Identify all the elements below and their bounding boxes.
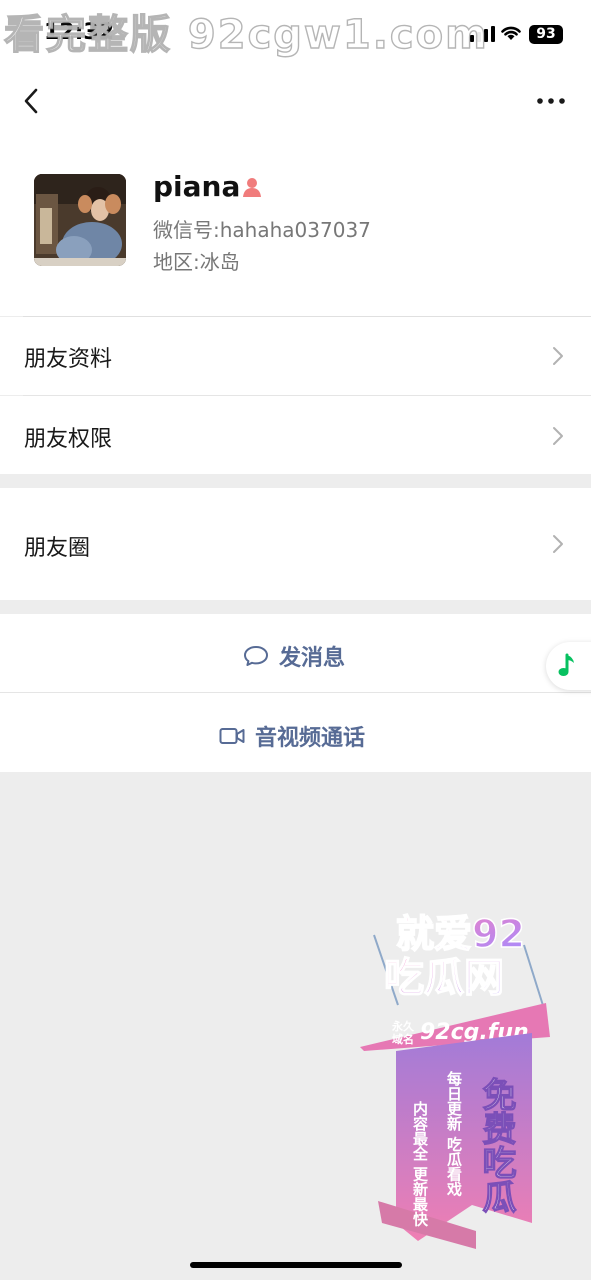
back-arrow-icon[interactable] [20, 86, 44, 116]
advertisement-banner[interactable]: 就爱92 吃瓜网 永久 域名 92cg.fun 免费吃瓜 每日更新 吃瓜看戏 内… [356, 905, 556, 1255]
ad-title-line2: 吃瓜网 [384, 955, 504, 1001]
ad-title-line1: 就爱92 [396, 912, 525, 956]
profile-header: piana 微信号:hahaha037037 地区:冰岛 [0, 136, 591, 316]
menu-item-friend-info[interactable]: 朋友资料 [0, 317, 591, 395]
battery-icon: 93 [529, 25, 563, 44]
send-message-button[interactable]: 发消息 [0, 614, 591, 692]
send-message-label: 发消息 [279, 646, 346, 671]
chevron-right-icon [553, 427, 563, 445]
video-call-label: 音视频通话 [255, 726, 366, 751]
female-person-icon [243, 178, 261, 197]
watermark-text: 看完整版 92cgw1.com [3, 11, 489, 58]
region-label: 地区: [153, 250, 200, 274]
video-camera-icon [219, 728, 245, 744]
chevron-right-icon [553, 347, 563, 365]
ad-domain-prefix-bottom: 域名 [392, 1032, 414, 1046]
avatar[interactable] [34, 174, 126, 266]
video-call-button[interactable]: 音视频通话 [0, 693, 591, 772]
floating-music-button[interactable] [546, 642, 591, 690]
home-indicator [190, 1262, 402, 1268]
menu-item-label: 朋友圈 [24, 536, 91, 561]
region: 地区:冰岛 [153, 246, 240, 275]
ad-domain-prefix-top: 永久 [391, 1019, 415, 1033]
menu-item-label: 朋友权限 [24, 427, 113, 452]
menu-item-moments[interactable]: 朋友圈 [0, 488, 591, 600]
status-bar: 12:32 93 看完整版 92cgw1.com [0, 0, 591, 70]
ad-free-label: 免费吃瓜 [476, 1077, 516, 1213]
music-note-icon [558, 653, 574, 676]
chat-bubble-icon [244, 646, 268, 666]
region-value: 冰岛 [199, 250, 240, 274]
menu-item-friend-permissions[interactable]: 朋友权限 [0, 396, 591, 474]
nav-bar [0, 70, 591, 136]
wifi-icon [501, 26, 521, 40]
profile-name: piana [153, 170, 241, 203]
wechat-id-value: hahaha037037 [219, 218, 371, 242]
more-options-icon[interactable] [536, 96, 566, 106]
wechat-id: 微信号:hahaha037037 [153, 214, 371, 243]
ad-slogan-2: 内容最全 更新最快 [411, 1100, 429, 1227]
wechat-id-label: 微信号: [153, 218, 220, 242]
ad-slogan-1: 每日更新 吃瓜看戏 [445, 1070, 463, 1197]
chevron-right-icon [553, 535, 563, 553]
menu-item-label: 朋友资料 [24, 347, 113, 372]
